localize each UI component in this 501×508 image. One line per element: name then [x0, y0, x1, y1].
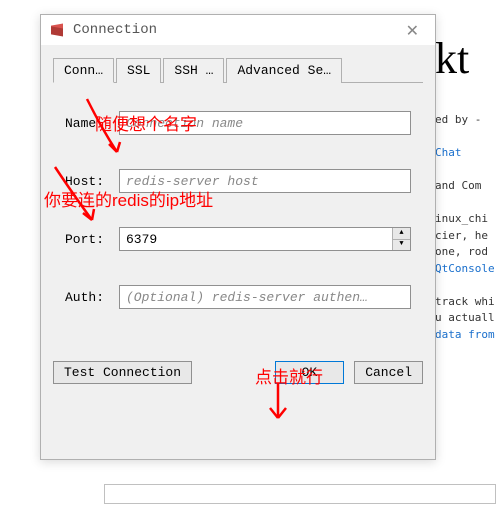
auth-input[interactable] — [119, 285, 411, 309]
close-button[interactable]: ✕ — [398, 21, 427, 41]
tab-ssl[interactable]: SSL — [116, 58, 161, 83]
port-stepper[interactable]: ▲ ▼ — [119, 227, 411, 251]
host-label: Host: — [65, 174, 119, 189]
name-input[interactable] — [119, 111, 411, 135]
host-row: Host: — [65, 169, 411, 193]
bg-large: kt — [435, 26, 497, 92]
spinner-up-icon[interactable]: ▲ — [393, 228, 410, 240]
test-connection-button[interactable]: Test Connection — [53, 361, 192, 384]
name-row: Name — [65, 111, 411, 135]
titlebar: Connection ✕ — [41, 15, 435, 45]
port-row: Port: ▲ ▼ — [65, 227, 411, 251]
background-partial-text: kt ed by - Chat and Com inux_chi cier, h… — [431, 0, 501, 508]
host-input[interactable] — [119, 169, 411, 193]
auth-label: Auth: — [65, 290, 119, 305]
bottom-status-bar — [104, 484, 496, 504]
app-icon — [49, 22, 65, 38]
spinner-down-icon[interactable]: ▼ — [393, 240, 410, 251]
name-label: Name — [65, 116, 119, 131]
port-input[interactable] — [120, 228, 392, 250]
dialog-title: Connection — [73, 22, 157, 38]
ok-button[interactable]: OK — [275, 361, 345, 384]
connection-dialog: Connection ✕ Conn… SSL SSH … Advanced Se… — [40, 14, 436, 460]
auth-row: Auth: — [65, 285, 411, 309]
tab-bar: Conn… SSL SSH … Advanced Se… — [53, 57, 423, 83]
tab-ssh[interactable]: SSH … — [163, 58, 224, 83]
port-spinner[interactable]: ▲ ▼ — [392, 228, 410, 250]
tab-advanced[interactable]: Advanced Se… — [226, 58, 342, 83]
port-label: Port: — [65, 232, 119, 247]
tab-connection[interactable]: Conn… — [53, 58, 114, 83]
tab-content: Name Host: Port: ▲ ▼ Auth: — [53, 83, 423, 361]
button-row: Test Connection OK Cancel — [41, 361, 435, 396]
tabs-area: Conn… SSL SSH … Advanced Se… Name Host: … — [41, 45, 435, 361]
cancel-button[interactable]: Cancel — [354, 361, 423, 384]
